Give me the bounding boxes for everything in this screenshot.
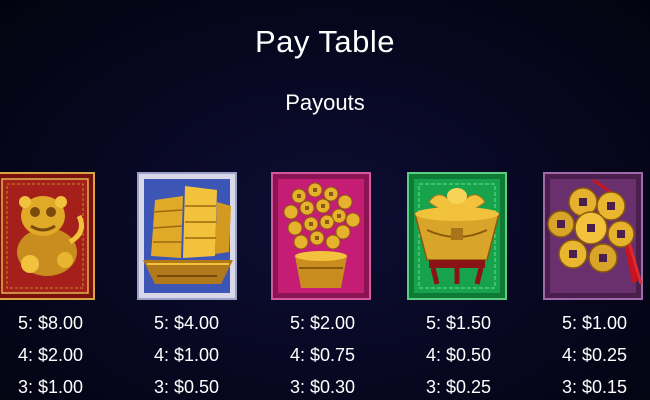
payout-4-of-a-kind-money-tree: 4: $0.75 xyxy=(290,345,356,365)
payout-5-of-a-kind-gold-ingot: 5: $1.50 xyxy=(426,313,492,333)
payout-4-of-a-kind-gold-ingot: 4: $0.50 xyxy=(426,345,492,365)
payout-5-of-a-kind-foo-dog: 5: $8.00 xyxy=(18,313,84,333)
payout-4-of-a-kind-lucky-coins: 4: $0.25 xyxy=(562,345,628,365)
foo-dog-icon xyxy=(0,172,95,300)
pay-table-screen: Pay Table Payouts 5: $8.00 4: $2.00 3: $… xyxy=(0,0,650,400)
payout-4-of-a-kind-foo-dog: 4: $2.00 xyxy=(18,345,84,365)
page-title: Pay Table xyxy=(254,24,396,59)
symbol-card-foo-dog xyxy=(0,172,95,300)
payout-5-of-a-kind-lucky-coins: 5: $1.00 xyxy=(562,313,628,333)
junk-ship-icon xyxy=(137,172,237,300)
payout-5-of-a-kind-junk-ship: 5: $4.00 xyxy=(154,313,220,333)
payout-5-of-a-kind-money-tree: 5: $2.00 xyxy=(290,313,356,333)
payout-3-of-a-kind-money-tree: 3: $0.30 xyxy=(290,377,356,397)
symbol-card-money-tree xyxy=(271,172,371,300)
symbol-card-junk-ship xyxy=(137,172,237,300)
payout-3-of-a-kind-foo-dog: 3: $1.00 xyxy=(18,377,84,397)
lucky-coins-icon xyxy=(543,172,643,300)
payouts-subtitle: Payouts xyxy=(285,90,365,115)
symbol-card-gold-ingot-bowl xyxy=(407,172,507,300)
payout-3-of-a-kind-lucky-coins: 3: $0.15 xyxy=(562,377,628,397)
payout-3-of-a-kind-gold-ingot: 3: $0.25 xyxy=(426,377,492,397)
money-tree-icon xyxy=(271,172,371,300)
payout-3-of-a-kind-junk-ship: 3: $0.50 xyxy=(154,377,220,397)
symbol-card-lucky-coins xyxy=(543,172,643,300)
payout-4-of-a-kind-junk-ship: 4: $1.00 xyxy=(154,345,220,365)
gold-ingot-bowl-icon xyxy=(407,172,507,300)
